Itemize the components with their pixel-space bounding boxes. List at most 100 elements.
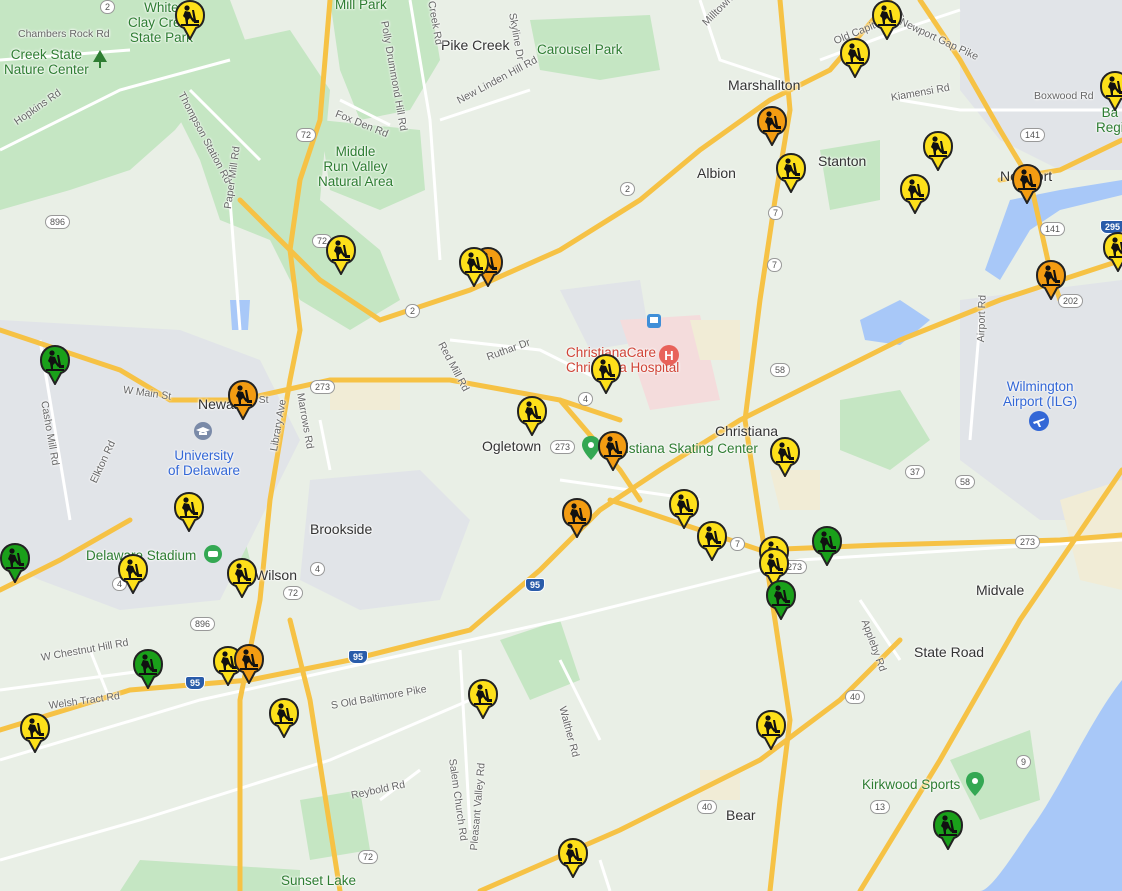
route-shield: 4 bbox=[310, 562, 326, 576]
place-label-middle-run[interactable]: Middle Run Valley Natural Area bbox=[318, 144, 393, 189]
place-label-christiana[interactable]: Christiana bbox=[715, 423, 778, 439]
worker-digging-icon bbox=[228, 380, 258, 420]
place-label-midvale[interactable]: Midvale bbox=[976, 582, 1024, 598]
construction-marker-orange[interactable] bbox=[1036, 260, 1066, 300]
construction-marker-orange[interactable] bbox=[234, 644, 264, 684]
worker-digging-icon bbox=[227, 558, 257, 598]
construction-marker-yellow[interactable] bbox=[269, 698, 299, 738]
construction-marker-yellow[interactable] bbox=[20, 713, 50, 753]
place-label-udel[interactable]: University of Delaware bbox=[168, 448, 240, 478]
worker-digging-icon bbox=[669, 489, 699, 529]
construction-marker-green[interactable] bbox=[133, 649, 163, 689]
construction-marker-yellow[interactable] bbox=[175, 0, 205, 40]
route-shield: 2 bbox=[405, 304, 421, 318]
construction-marker-yellow[interactable] bbox=[770, 437, 800, 477]
construction-marker-yellow[interactable] bbox=[459, 247, 489, 287]
construction-marker-yellow[interactable] bbox=[174, 492, 204, 532]
route-shield: 141 bbox=[1040, 222, 1066, 236]
route-shield: 273 bbox=[550, 440, 576, 454]
construction-marker-orange[interactable] bbox=[757, 106, 787, 146]
road-label: Chambers Rock Rd bbox=[18, 28, 110, 40]
route-shield: 95 bbox=[525, 578, 546, 592]
place-label-marshallton[interactable]: Marshallton bbox=[728, 77, 800, 93]
construction-marker-yellow[interactable] bbox=[900, 174, 930, 214]
svg-text:H: H bbox=[664, 348, 673, 363]
worker-digging-icon bbox=[326, 235, 356, 275]
place-label-brookside[interactable]: Brookside bbox=[310, 521, 372, 537]
construction-marker-yellow[interactable] bbox=[326, 235, 356, 275]
construction-marker-orange[interactable] bbox=[1012, 164, 1042, 204]
worker-digging-icon bbox=[468, 679, 498, 719]
route-shield: 95 bbox=[185, 676, 206, 690]
construction-marker-yellow[interactable] bbox=[1103, 232, 1122, 272]
construction-marker-yellow[interactable] bbox=[468, 679, 498, 719]
construction-marker-green[interactable] bbox=[40, 345, 70, 385]
airplane-icon[interactable] bbox=[1028, 410, 1050, 432]
place-label-creek-nature[interactable]: Creek State Nature Center bbox=[4, 47, 89, 77]
place-label-albion[interactable]: Albion bbox=[697, 165, 736, 181]
construction-marker-yellow[interactable] bbox=[776, 153, 806, 193]
route-shield: 9 bbox=[1016, 755, 1032, 769]
worker-digging-icon bbox=[118, 554, 148, 594]
place-label-wilson[interactable]: Wilson bbox=[255, 567, 297, 583]
construction-marker-yellow[interactable] bbox=[697, 521, 727, 561]
tree-icon bbox=[93, 50, 107, 68]
place-label-sunset-lake[interactable]: Sunset Lake bbox=[281, 873, 356, 888]
worker-digging-icon bbox=[562, 498, 592, 538]
construction-marker-yellow[interactable] bbox=[1100, 71, 1122, 111]
stadium-icon[interactable] bbox=[203, 544, 223, 564]
route-shield: 58 bbox=[955, 475, 976, 489]
worker-digging-icon bbox=[133, 649, 163, 689]
route-shield: 72 bbox=[296, 128, 317, 142]
construction-marker-orange[interactable] bbox=[562, 498, 592, 538]
map-canvas[interactable]: White Clay Creek State Park Mill Park Pike C… bbox=[0, 0, 1122, 891]
place-label-state-road[interactable]: State Road bbox=[914, 644, 984, 660]
worker-digging-icon bbox=[517, 396, 547, 436]
construction-marker-yellow[interactable] bbox=[118, 554, 148, 594]
bus-station-icon[interactable] bbox=[647, 314, 661, 328]
graduation-cap-icon[interactable] bbox=[193, 421, 213, 441]
worker-digging-icon bbox=[776, 153, 806, 193]
construction-marker-yellow[interactable] bbox=[923, 131, 953, 171]
place-label-carousel-park[interactable]: Carousel Park bbox=[537, 42, 623, 57]
construction-marker-green[interactable] bbox=[0, 543, 30, 583]
route-shield: 896 bbox=[45, 215, 71, 229]
place-label-mill-park[interactable]: Mill Park bbox=[335, 0, 387, 12]
worker-digging-icon bbox=[770, 437, 800, 477]
worker-digging-icon bbox=[756, 710, 786, 750]
construction-marker-yellow[interactable] bbox=[591, 354, 621, 394]
route-shield: 273 bbox=[310, 380, 336, 394]
construction-marker-green[interactable] bbox=[812, 526, 842, 566]
worker-digging-icon bbox=[1012, 164, 1042, 204]
worker-digging-icon bbox=[923, 131, 953, 171]
construction-marker-orange[interactable] bbox=[598, 431, 628, 471]
construction-marker-yellow[interactable] bbox=[558, 838, 588, 878]
route-shield: 58 bbox=[770, 363, 791, 377]
worker-digging-icon bbox=[757, 106, 787, 146]
place-label-wilmington-airport[interactable]: Wilmington Airport (ILG) bbox=[1003, 379, 1077, 409]
worker-digging-icon bbox=[0, 543, 30, 583]
construction-marker-yellow[interactable] bbox=[756, 710, 786, 750]
place-label-kirkwood[interactable]: Kirkwood Sports bbox=[862, 777, 960, 792]
worker-digging-icon bbox=[591, 354, 621, 394]
construction-marker-green[interactable] bbox=[766, 580, 796, 620]
construction-marker-yellow[interactable] bbox=[517, 396, 547, 436]
place-label-stanton[interactable]: Stanton bbox=[818, 153, 866, 169]
worker-digging-icon bbox=[812, 526, 842, 566]
worker-digging-icon bbox=[20, 713, 50, 753]
worker-digging-icon bbox=[933, 810, 963, 850]
worker-digging-icon bbox=[598, 431, 628, 471]
construction-marker-yellow[interactable] bbox=[872, 0, 902, 40]
construction-marker-green[interactable] bbox=[933, 810, 963, 850]
place-label-ogletown[interactable]: Ogletown bbox=[482, 438, 541, 454]
construction-marker-yellow[interactable] bbox=[227, 558, 257, 598]
hospital-icon[interactable]: H bbox=[658, 344, 680, 366]
route-shield: 896 bbox=[190, 617, 216, 631]
construction-marker-yellow[interactable] bbox=[669, 489, 699, 529]
place-label-bear[interactable]: Bear bbox=[726, 807, 756, 823]
construction-marker-orange[interactable] bbox=[228, 380, 258, 420]
construction-marker-yellow[interactable] bbox=[840, 38, 870, 78]
green-place-pin-icon[interactable] bbox=[966, 772, 984, 796]
worker-digging-icon bbox=[1103, 232, 1122, 272]
place-label-pike-creek[interactable]: Pike Creek bbox=[441, 37, 509, 53]
